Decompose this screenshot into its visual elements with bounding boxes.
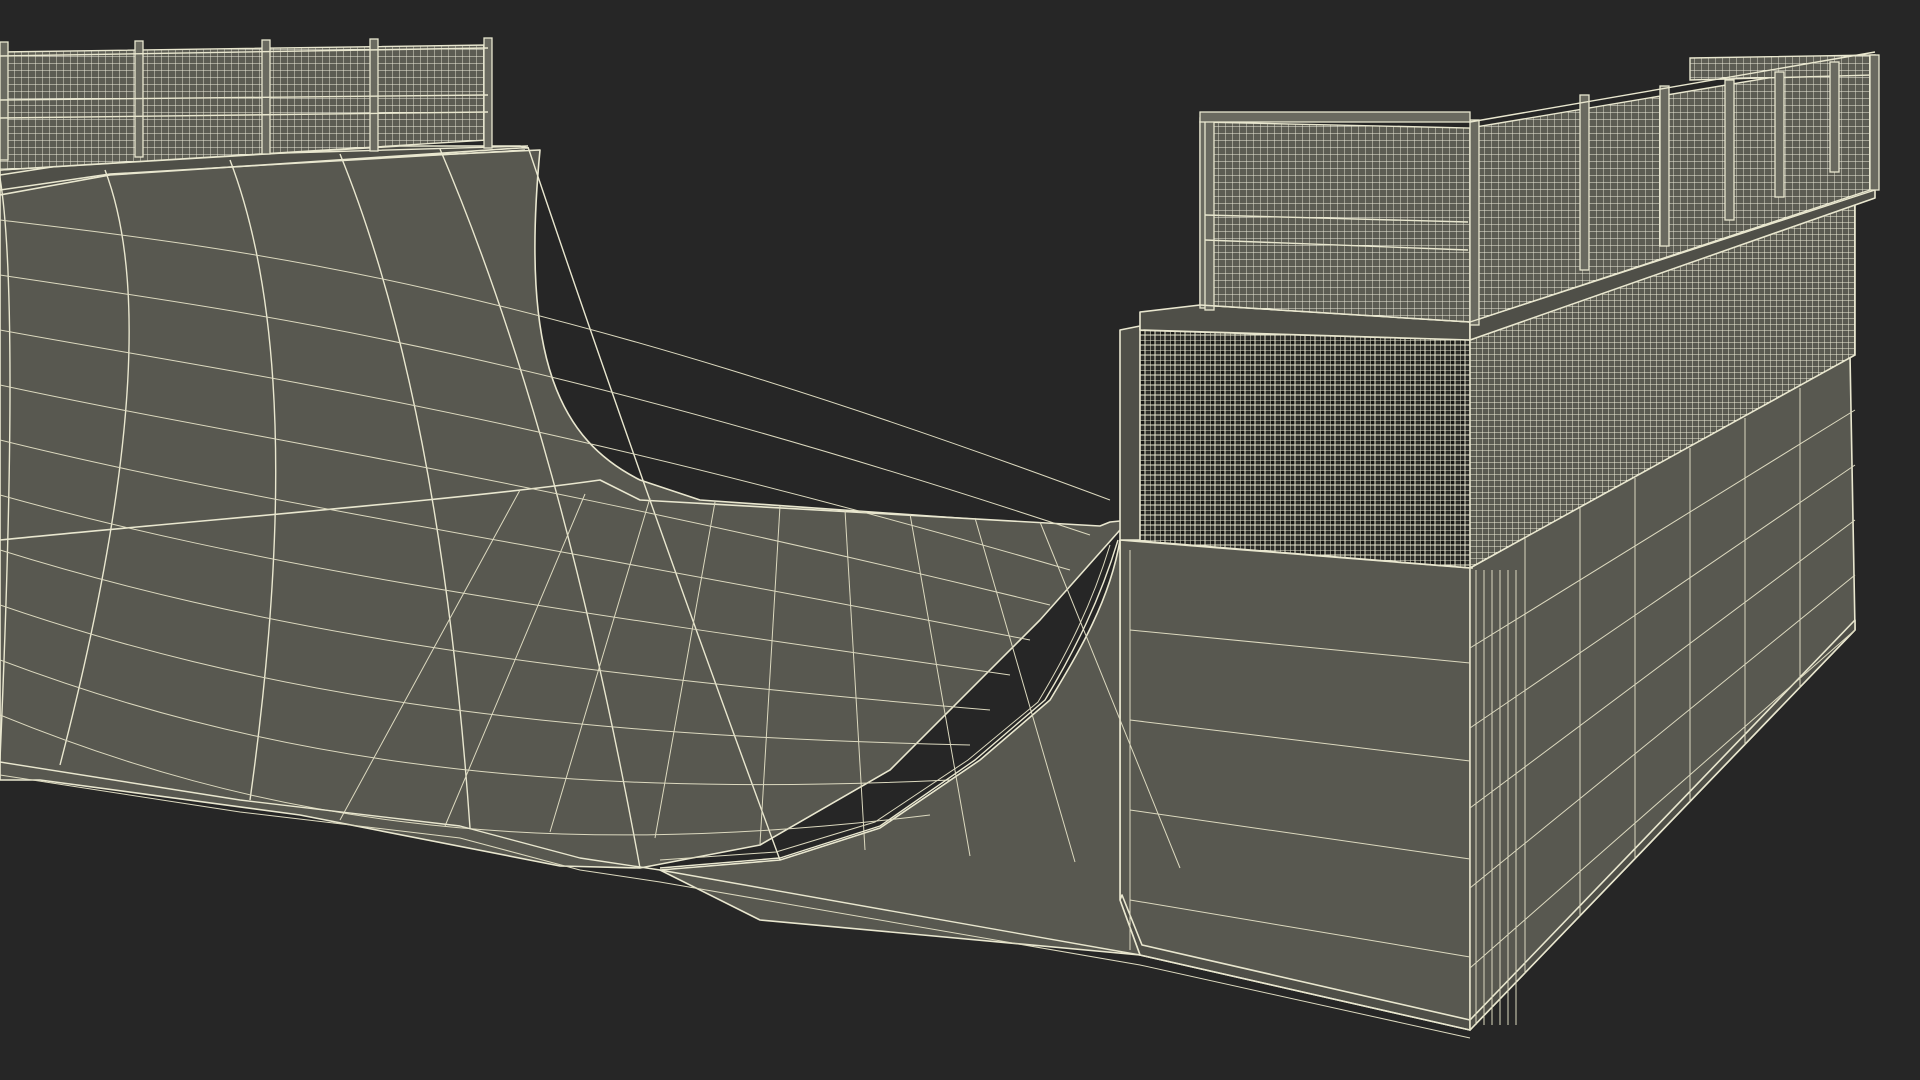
- right-fence-front-mesh: [1199, 121, 1471, 323]
- skate-ramp-wireframe-render: [0, 37, 1880, 1039]
- right-platform-front-mesh-panel: [1127, 329, 1473, 569]
